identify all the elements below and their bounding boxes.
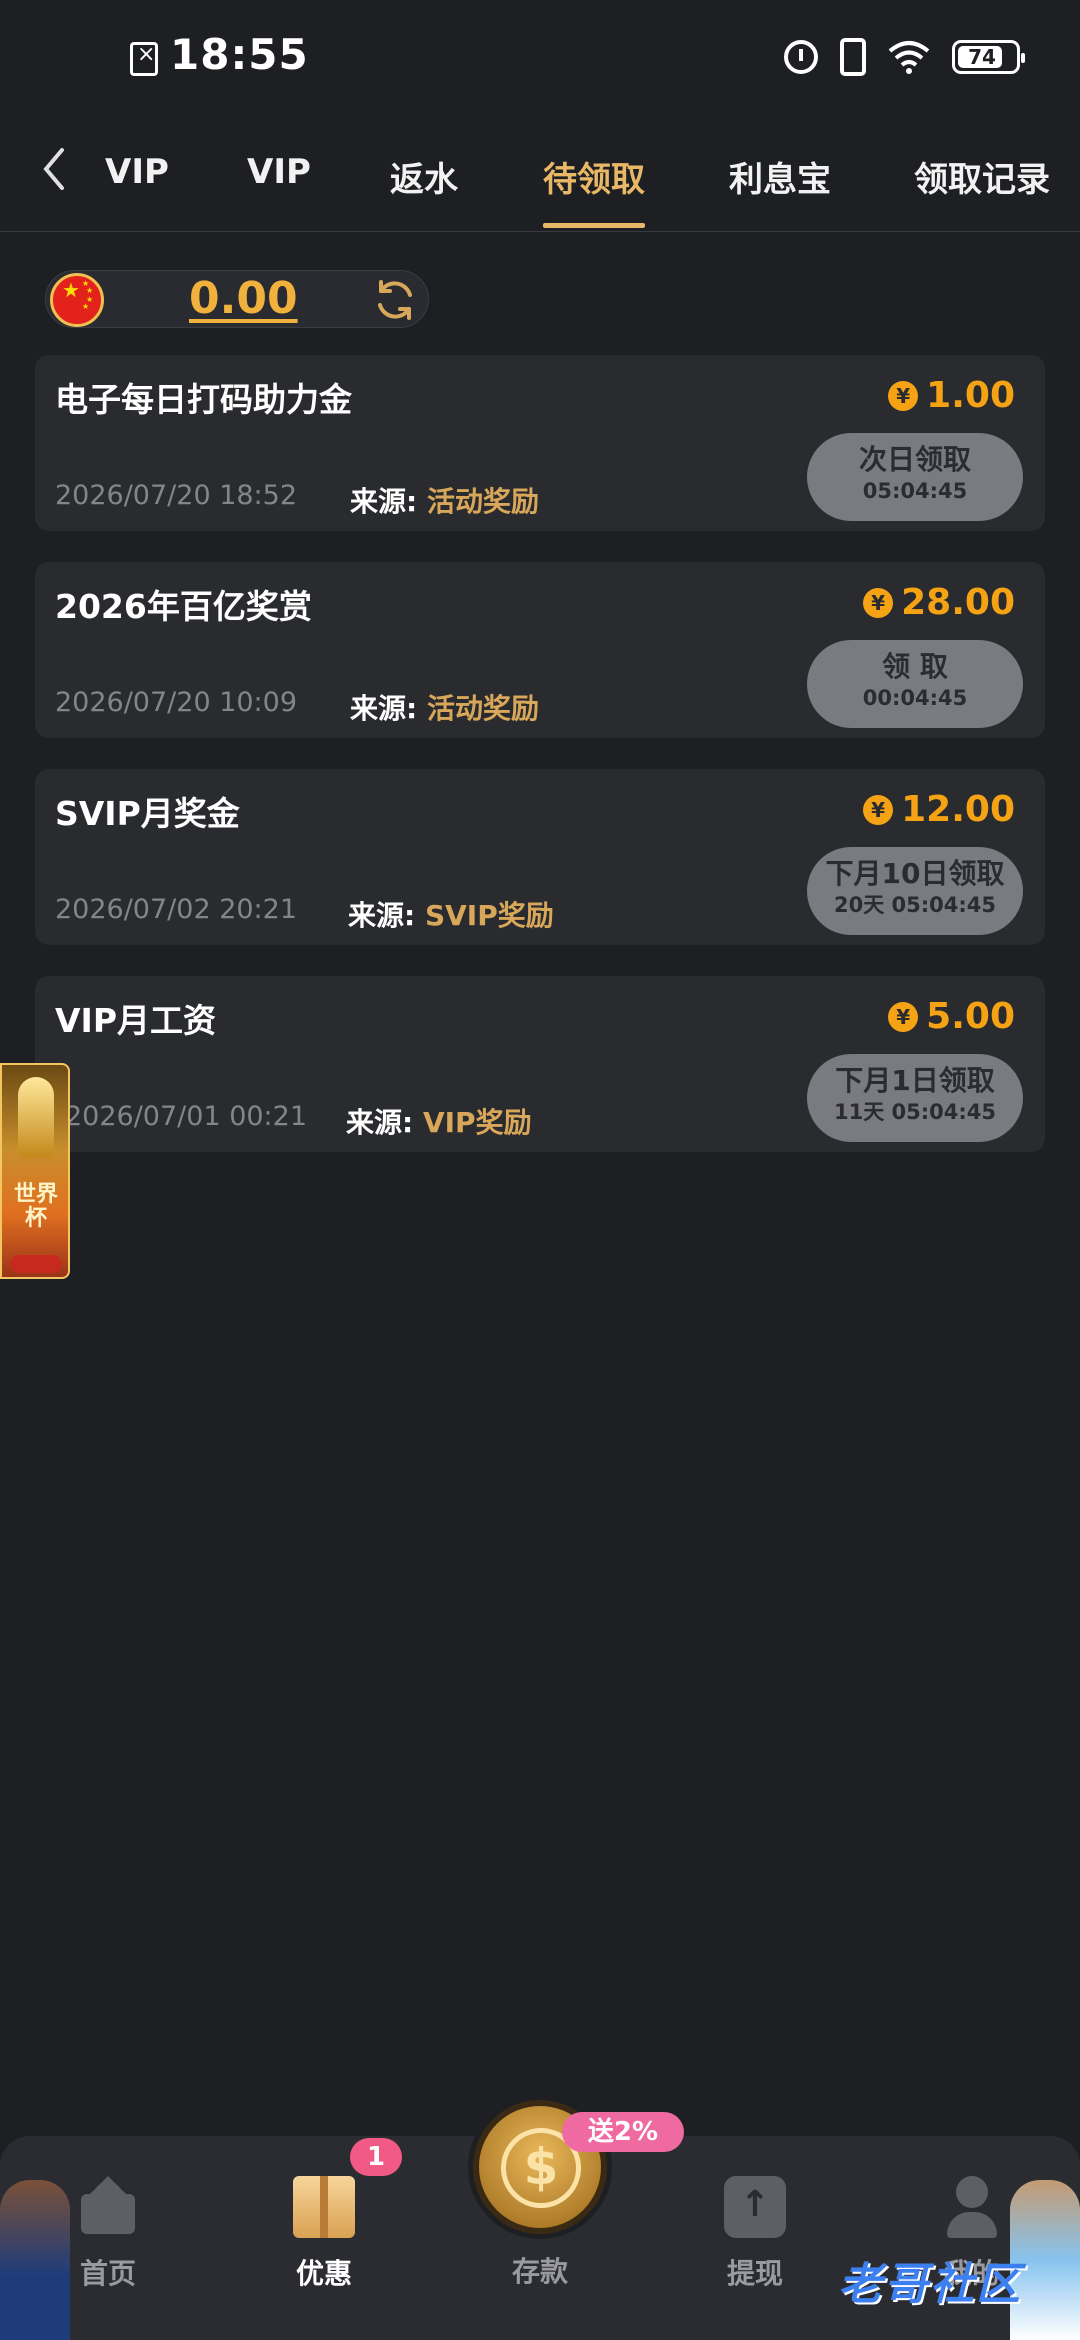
claim-button[interactable]: 次日领取 05:04:45 xyxy=(807,433,1023,521)
reward-title: SVIP月奖金 xyxy=(55,794,240,833)
watermark: 老哥社区 xyxy=(838,2259,1022,2310)
banner-button xyxy=(10,1255,62,1273)
tab-vip-2[interactable]: VIP xyxy=(247,152,311,192)
alarm-icon xyxy=(784,40,818,74)
nav-withdraw[interactable]: 提现 xyxy=(695,2176,815,2292)
balance-pill: ★ ★ ★ ★ ★ 0.00 xyxy=(45,270,429,328)
nav-withdraw-label: 提现 xyxy=(726,2257,783,2290)
yen-coin-icon: ¥ xyxy=(863,587,894,618)
battery-level: 74 xyxy=(968,45,996,69)
reward-source: 来源: VIP奖励 xyxy=(346,1101,532,1141)
nav-deposit-label[interactable]: 存款 xyxy=(480,2250,600,2290)
reward-source: 来源: 活动奖励 xyxy=(350,480,539,520)
claim-button[interactable]: 下月1日领取 11天 05:04:45 xyxy=(807,1054,1023,1142)
reward-card: 电子每日打码助力金 ¥ 1.00 2026/07/20 18:52 来源: 活动… xyxy=(35,355,1045,531)
reward-source: 来源: 活动奖励 xyxy=(350,687,539,727)
reward-title: 2026年百亿奖赏 xyxy=(55,587,312,626)
claim-countdown: 20天 05:04:45 xyxy=(833,893,996,917)
tab-vip-1[interactable]: VIP xyxy=(105,152,169,192)
back-arrow-icon[interactable] xyxy=(36,144,76,194)
active-tab-indicator xyxy=(543,223,645,228)
source-value: VIP奖励 xyxy=(422,1106,532,1139)
claim-button-label: 下月1日领取 xyxy=(835,1064,995,1097)
reward-amount: ¥ 1.00 xyxy=(888,375,1015,416)
reward-card: 2026年百亿奖赏 ¥ 28.00 2026/07/20 10:09 来源: 活… xyxy=(35,562,1045,738)
reward-amount-value: 5.00 xyxy=(926,996,1015,1037)
reward-date: 2026/07/20 10:09 xyxy=(55,687,298,718)
promo-badge: 1 xyxy=(350,2138,402,2176)
claim-countdown: 11天 05:04:45 xyxy=(833,1100,996,1124)
claim-button-label: 次日领取 xyxy=(858,443,971,476)
nav-home-label: 首页 xyxy=(79,2257,136,2290)
vibrate-icon xyxy=(840,38,866,76)
no-sim-icon xyxy=(130,42,158,76)
yen-coin-icon: ¥ xyxy=(863,794,894,825)
nav-home[interactable]: 首页 xyxy=(48,2176,168,2292)
reward-amount-value: 12.00 xyxy=(901,789,1015,830)
reward-amount: ¥ 5.00 xyxy=(888,996,1015,1037)
refresh-icon[interactable] xyxy=(372,277,418,323)
china-flag-icon: ★ ★ ★ ★ ★ xyxy=(50,273,104,327)
status-time: 18:55 xyxy=(170,30,309,79)
tab-interest[interactable]: 利息宝 xyxy=(729,152,831,201)
balance-value: 0.00 xyxy=(189,273,298,324)
status-icons: 74 xyxy=(784,38,1025,76)
source-value: 活动奖励 xyxy=(426,485,539,518)
withdraw-icon xyxy=(724,2176,786,2238)
claim-button-label: 下月10日领取 xyxy=(825,857,1005,890)
claim-button[interactable]: 领 取 00:04:45 xyxy=(807,640,1023,728)
home-icon xyxy=(77,2176,139,2238)
reward-title: VIP月工资 xyxy=(55,1001,217,1040)
yen-coin-icon: ¥ xyxy=(888,380,919,411)
reward-amount-value: 28.00 xyxy=(901,582,1015,623)
source-label: 来源: xyxy=(350,485,427,518)
source-label: 来源: xyxy=(346,1106,423,1139)
reward-date: 2026/07/02 20:21 xyxy=(55,894,298,925)
battery-icon: 74 xyxy=(952,40,1025,74)
nav-promo[interactable]: 优惠 xyxy=(264,2176,384,2292)
reward-date: 2026/07/20 18:52 xyxy=(55,480,298,511)
wifi-icon xyxy=(888,41,930,74)
source-value: 活动奖励 xyxy=(426,692,539,725)
tab-rebate[interactable]: 返水 xyxy=(390,152,458,201)
reward-amount: ¥ 28.00 xyxy=(863,582,1015,623)
gift-icon xyxy=(293,2176,355,2238)
claim-button-label: 领 取 xyxy=(882,650,948,683)
claim-countdown: 05:04:45 xyxy=(862,479,968,503)
source-label: 来源: xyxy=(350,692,427,725)
banner-title: 世界杯 xyxy=(13,1182,58,1231)
claim-button[interactable]: 下月10日领取 20天 05:04:45 xyxy=(807,847,1023,935)
claim-countdown: 00:04:45 xyxy=(862,686,968,710)
status-bar: 18:55 74 xyxy=(0,0,1080,120)
reward-title: 电子每日打码助力金 xyxy=(55,380,352,419)
reward-date: 2026/07/01 00:21 xyxy=(65,1101,308,1132)
reward-amount: ¥ 12.00 xyxy=(863,789,1015,830)
tab-pending[interactable]: 待领取 xyxy=(543,152,645,201)
yen-coin-icon: ¥ xyxy=(888,1001,919,1032)
nav-promo-label: 优惠 xyxy=(295,2257,352,2290)
tab-claim-history[interactable]: 领取记录 xyxy=(914,152,1050,201)
profile-icon xyxy=(941,2176,1003,2238)
reward-card: VIP月工资 ¥ 5.00 2026/07/01 00:21 来源: VIP奖励… xyxy=(35,976,1045,1152)
reward-amount-value: 1.00 xyxy=(926,375,1015,416)
source-value: SVIP奖励 xyxy=(424,899,554,932)
source-label: 来源: xyxy=(348,899,425,932)
world-cup-banner[interactable]: 世界杯 xyxy=(0,1063,70,1279)
deposit-bonus-tag: 送2% xyxy=(562,2112,684,2152)
reward-card: SVIP月奖金 ¥ 12.00 2026/07/02 20:21 来源: SVI… xyxy=(35,769,1045,945)
trophy-icon xyxy=(18,1077,54,1157)
tab-bar: VIP VIP 返水 待领取 利息宝 领取记录 xyxy=(0,130,1080,232)
reward-source: 来源: SVIP奖励 xyxy=(348,894,554,934)
